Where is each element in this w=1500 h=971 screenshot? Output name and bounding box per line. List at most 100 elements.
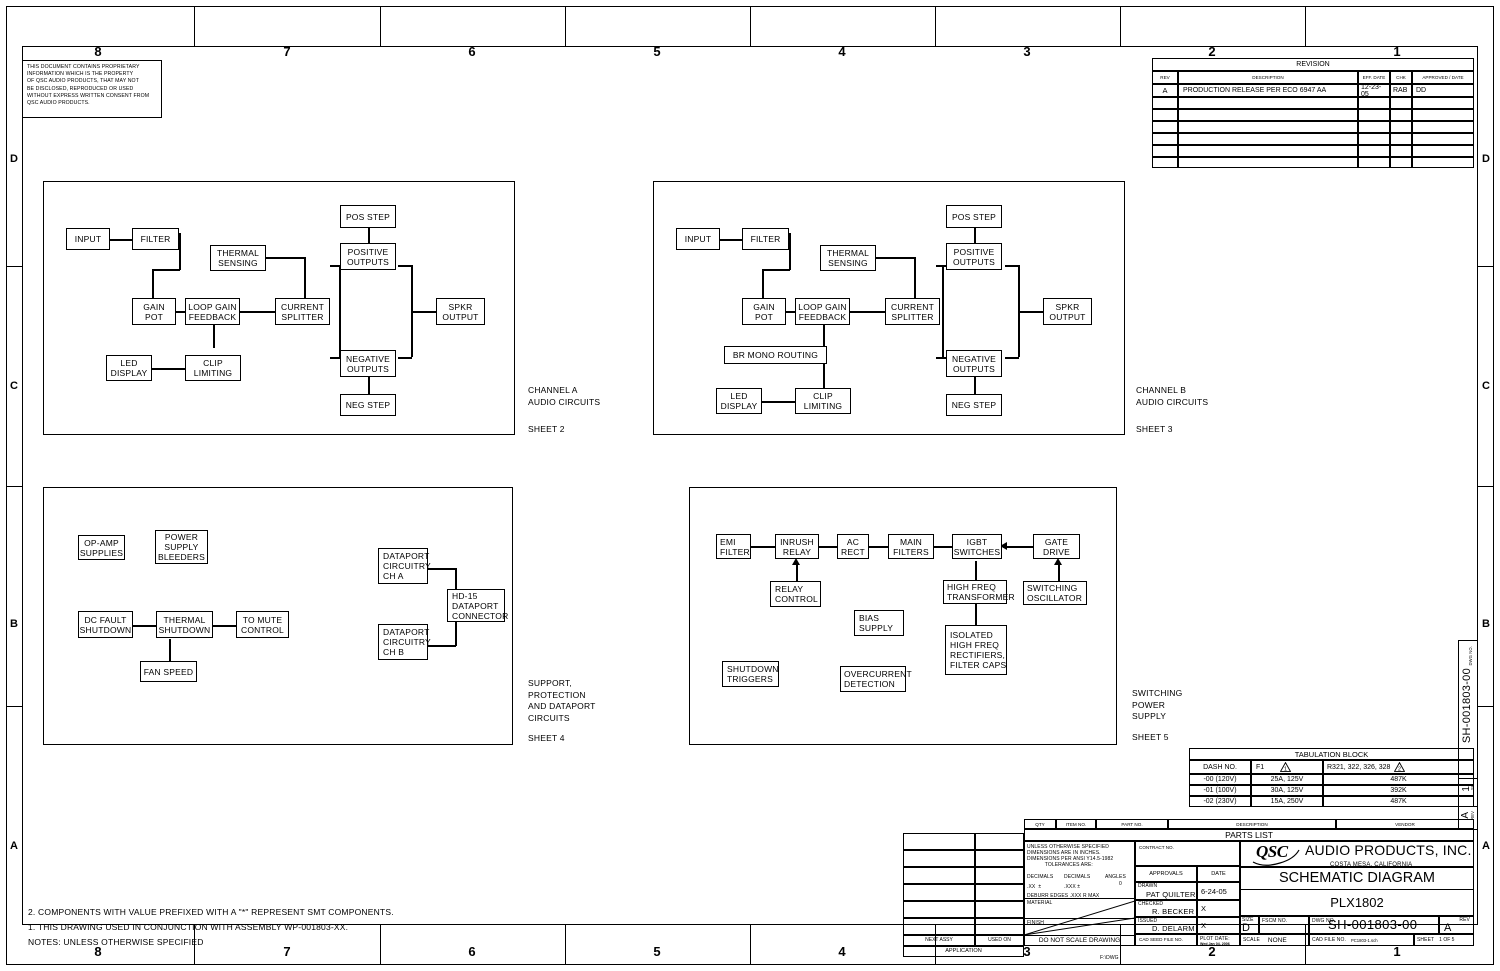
tabulation-row-dash: -02 (230V) [1189,796,1251,807]
parts-list-col-item-no: ITEM NO. [1056,819,1096,829]
revision-row-chk: RAB [1390,84,1412,97]
rev-cell: REV A [1439,916,1474,934]
wire-b-join-spkr [1018,311,1043,313]
wire-igbt-hftransformer [975,561,977,580]
block-power-supply-bleeders: POWER SUPPLY BLEEDERS [155,530,208,564]
row-label-left-c: C [10,380,18,392]
size-value: D [1242,922,1250,934]
row-tick [1478,486,1494,488]
revision-blank-cell [1152,121,1178,133]
zone-label-top-3: 3 [1023,44,1031,59]
tabulation-row-f1: 25A, 125V [1251,774,1323,785]
block-ac-rect: AC RECT [837,534,869,559]
block-b-pos-step: POS STEP [946,205,1002,228]
wire-led-clip [152,368,185,370]
unless-specified-text: UNLESS OTHERWISE SPECIFIED DIMENSIONS AR… [1027,844,1114,868]
revision-blank-cell [1412,97,1474,109]
rev-value: A [1444,922,1452,934]
revision-title: REVISION [1152,58,1474,71]
zone-label-top-7: 7 [283,44,291,59]
parts-list-empty-cell [903,833,975,850]
tabulation-row-dash: -01 (100V) [1189,785,1251,796]
revision-header-chk: CHK [1390,71,1412,84]
row-label-left-a: A [10,840,18,852]
revision-blank-cell [1178,133,1358,145]
revision-blank-cell [1178,145,1358,157]
revision-row-eff-date: 12-23-05 [1358,84,1390,98]
revision-blank-cell [1152,133,1178,145]
revision-header-eff-date: EFF. DATE [1358,71,1390,84]
block-to-mute-control: TO MUTE CONTROL [236,611,289,638]
strike-through-lines [1024,900,1135,935]
revision-blank-cell [1412,121,1474,133]
support-protection-sheet: SHEET 4 [528,733,565,743]
block-spkr-output: SPKR OUTPUT [436,298,485,325]
wire-input-filter [110,239,132,241]
parts-list-col-description: DESCRIPTION [1168,819,1336,829]
revision-header-approved: APPROVED / DATE [1412,71,1474,84]
zone-label-bottom-7: 7 [283,944,291,959]
zone-tick [194,6,196,46]
svg-text:1: 1 [1284,766,1287,772]
switching-power-supply-caption: SWITCHING POWER SUPPLY [1132,688,1183,721]
flag-triangle-2-icon: 2 [1394,762,1406,772]
revision-blank-cell [1390,121,1412,133]
revision-blank-cell [1358,145,1390,157]
revision-blank-cell [1178,109,1358,121]
tabulation-header-f1: F1 1 [1251,760,1323,774]
wire-filter-gain-h [152,269,180,271]
block-fan-speed: FAN SPEED [140,661,197,682]
revision-blank-cell [1358,157,1390,168]
flag-triangle-1-icon: 1 [1280,762,1292,772]
cad-file-value: PC1803-1.sch [1350,937,1378,943]
sheet-value: 1 OF 5 [1439,936,1455,943]
block-thermal-shutdown: THERMAL SHUTDOWN [156,611,213,638]
zone-label-bottom-4: 4 [838,944,846,959]
block-dataport-circuitry-ch-a: DATAPORT CIRCUITRY CH A [378,548,431,584]
channel-b-sheet: SHEET 3 [1136,424,1173,434]
block-emi-filter: EMI FILTER [716,534,751,559]
wire-filter-down [179,233,181,270]
tabulation-header-r-text: R321, 322, 326, 328 [1327,763,1391,771]
row-label-right-b: B [1482,618,1490,630]
revision-blank-cell [1152,97,1178,109]
revision-blank-cell [1390,97,1412,109]
wire-acrect-mainfilters [869,546,888,548]
parts-list-empty-cell [903,901,975,918]
block-shutdown-triggers: SHUTDOWN TRIGGERS [722,661,779,687]
block-b-gain-pot: GAIN POT [742,298,786,325]
zone-tick [565,925,567,965]
application-label: APPLICATION [903,946,1024,957]
wire-inrush-acrect [819,546,837,548]
block-b-clip-limiting: CLIP LIMITING [795,388,851,414]
arrow-relaycontrol-to-inrush [792,558,800,565]
wire-neg-join [398,357,412,359]
wire-splitter-vert [339,265,341,357]
block-clip-limiting: CLIP LIMITING [185,355,241,381]
wire-relaycontrol-inrush [796,563,798,581]
block-b-thermal-sensing: THERMAL SENSING [820,245,876,271]
block-gate-drive: GATE DRIVE [1033,534,1080,559]
block-b-loop-gain-feedback: LOOP GAIN FEEDBACK [795,298,850,325]
revision-blank-cell [1390,109,1412,121]
proprietary-notice-text: THIS DOCUMENT CONTAINS PROPRIETARY INFOR… [27,64,150,107]
parts-list-col-qty: QTY [1024,819,1056,829]
wire-dpa-h [428,568,456,570]
scale-cell: SCALE NONE [1240,934,1309,946]
revision-blank-cell [1358,109,1390,121]
approval-drawn-name: PAT QUILTER [1146,890,1196,899]
channel-a-caption: CHANNEL A AUDIO CIRCUITS [528,385,601,407]
plot-date-cell: PLOT DATE: Wed Jan 04, 2006 [1197,934,1240,946]
wire-b-led-clip [762,401,795,403]
approval-checked-name: R. BECKER [1152,907,1195,916]
parts-list-header: QTY ITEM NO. PART NO. DESCRIPTION VENDOR [1024,819,1474,829]
wire-b-thermal-down [914,257,916,299]
block-b-neg-step: NEG STEP [946,394,1002,416]
zone-tick [935,6,937,46]
revision-row-approved: DD [1412,84,1474,97]
parts-list-title: PARTS LIST [1024,829,1474,841]
parts-list-empty-cell [903,884,975,901]
tabulation-row-r: 487K [1323,796,1474,807]
wire-b-brmono-clip [823,364,825,389]
block-b-input: INPUT [676,228,720,250]
